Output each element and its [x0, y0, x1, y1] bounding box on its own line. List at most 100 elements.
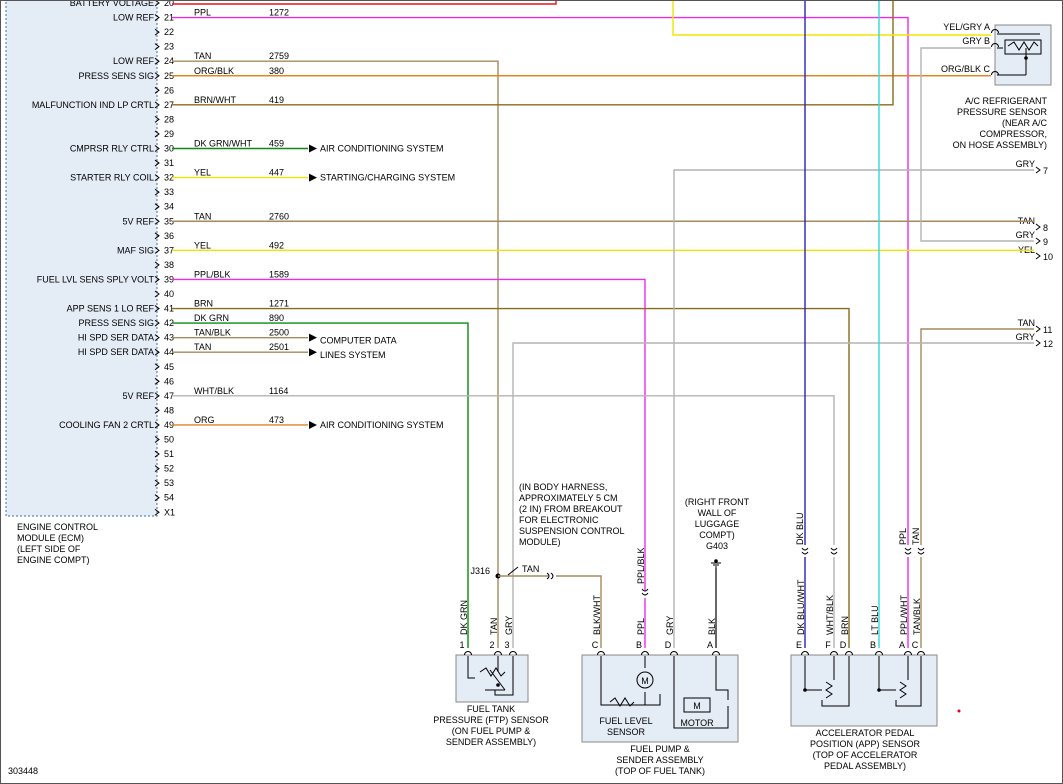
splice-note: MODULE) [519, 537, 561, 547]
splice-dot [877, 688, 881, 692]
connector-pin-icon [597, 651, 605, 656]
circuit-number: 2501 [269, 342, 289, 352]
circuit-number: 492 [269, 240, 284, 250]
splice-dot [803, 688, 807, 692]
circuit-number: 447 [269, 168, 284, 178]
wire-label: PPL/BLK [636, 547, 646, 584]
wire-label: GRY [665, 616, 675, 635]
ecm-label: (LEFT SIDE OF [17, 544, 81, 554]
connector-pin-icon [712, 651, 720, 656]
connector-pin-number: 12 [1043, 339, 1053, 349]
ground-icon [711, 562, 721, 568]
connector-pin-icon [464, 651, 472, 656]
circuit-number: 1589 [269, 269, 289, 279]
ecm-pin-number: 31 [164, 158, 174, 168]
connector-pin-number: C [912, 640, 919, 650]
connector-pin-number: A [707, 640, 713, 650]
connector-pin-icon [801, 651, 809, 656]
splice-id: J316 [470, 566, 490, 576]
connector-pin-icon [641, 651, 649, 656]
connector-pin-number: D [665, 640, 672, 650]
wire-color-label: YEL [194, 168, 211, 178]
ecm-pin-number: 50 [164, 435, 174, 445]
connector-pin-icon [1035, 252, 1041, 260]
ecm-pin-number: 23 [164, 42, 174, 52]
connector-pin-number: B [636, 640, 642, 650]
arrow-icon [309, 173, 317, 182]
inline-connector-icon [904, 547, 912, 555]
circuit-number: 419 [269, 95, 284, 105]
inline-connector-icon [830, 547, 838, 555]
wire-tan-11 [920, 328, 1034, 545]
wire-color-label: TAN [1018, 318, 1035, 328]
ecm-pin-function: PRESS SENS SIG [78, 318, 154, 328]
wire-color-label: TAN [194, 342, 211, 352]
arrow-icon [309, 420, 317, 429]
wire-color-label: PPL [194, 8, 211, 18]
connector-pin-number: F [825, 640, 831, 650]
splice-dot [496, 683, 500, 687]
connector-pin-icon [830, 651, 838, 656]
connector-pin-icon [875, 651, 883, 656]
circuit-number: 1271 [269, 299, 289, 309]
app-sensor-label: (TOP OF ACCELERATOR [813, 750, 918, 760]
ecm-pin-number: 40 [164, 289, 174, 299]
fuel-level-sensor-label: FUEL LEVEL [599, 716, 652, 726]
wire-color-label: DK GRN [194, 313, 229, 323]
ecm-label: ENGINE COMPT) [17, 555, 90, 565]
fuel-level-sensor-label: SENSOR [607, 727, 646, 737]
ecm-pin-number: 29 [164, 129, 174, 139]
app-sensor-label: PEDAL ASSEMBLY) [824, 761, 906, 771]
connector-pin-number: 11 [1043, 325, 1052, 335]
connector-pin-icon [509, 651, 517, 656]
ground-note: WALL OF [698, 508, 737, 518]
ac-sensor-label: COMPRESSOR, [979, 129, 1047, 139]
ecm-pin-number: 28 [164, 114, 174, 124]
arrow-icon [309, 144, 317, 153]
wire-color-label: TAN [522, 564, 539, 574]
ecm-pin-number: 34 [164, 202, 174, 212]
connector-pin-number: D [840, 640, 847, 650]
splice-dot [1024, 56, 1028, 60]
destination-label: COMPUTER DATA [320, 336, 397, 346]
inline-connector-icon [801, 547, 809, 555]
splice-note: SUSPENSION CONTROL [519, 526, 625, 536]
circuit-number: 1272 [269, 8, 289, 18]
ecm-pin-function: MALFUNCTION IND LP CRTL [32, 100, 154, 110]
connector-pin-number: 7 [1043, 166, 1048, 176]
ecm-pin-function: APP SENS 1 LO REF [67, 304, 155, 314]
wire-ftp-sig [172, 322, 469, 648]
arrow-icon [309, 333, 317, 342]
ecm-pin-function: PRESS SENS SIG [78, 71, 154, 81]
ecm-pin-function: HI SPD SER DATA [78, 333, 154, 343]
splice-note: FOR ELECTRONIC [519, 515, 599, 525]
ecm-pin-function: CMPRSR RLY CTRL [70, 144, 154, 154]
wire-color-label: ORG/BLK [194, 66, 234, 76]
ecm-pin-function: MAF SIG [117, 245, 154, 255]
ftp-sensor-label: PRESSURE (FTP) SENSOR [433, 715, 549, 725]
connector-pin-number: 3 [504, 640, 509, 650]
destination-label: LINES SYSTEM [320, 350, 386, 360]
connector-pin-number: C [592, 640, 599, 650]
circuit-number: 890 [269, 313, 284, 323]
destination-label: AIR CONDITIONING SYSTEM [320, 420, 444, 430]
ecm-pin-function: LOW REF [113, 56, 155, 66]
circuit-number: 4046 [269, 0, 289, 3]
ecm-pin-number: X1 [164, 507, 175, 517]
wire-color-label: WHT/BLK [194, 386, 234, 396]
ac-sensor-label: ON HOSE ASSEMBLY) [953, 140, 1047, 150]
connector-pin-number: 1 [459, 640, 464, 650]
ecm-pin-number: 45 [164, 362, 174, 372]
wire-label: LT BLU [870, 605, 880, 635]
ecm-pin-number: 22 [164, 27, 174, 37]
arrow-icon [309, 348, 317, 357]
connector-pin-icon [1035, 237, 1041, 245]
wire-color-label: GRY [1016, 332, 1035, 342]
ecm-pin-number: 36 [164, 231, 174, 241]
connector-pin-icon [1035, 166, 1041, 174]
connector-pin-icon [1035, 325, 1041, 333]
connector-pin-number: 2 [489, 640, 494, 650]
wire-label: GRY [504, 616, 514, 635]
wire-color-label: TAN [194, 211, 211, 221]
wire-color-label: ORG [194, 415, 215, 425]
